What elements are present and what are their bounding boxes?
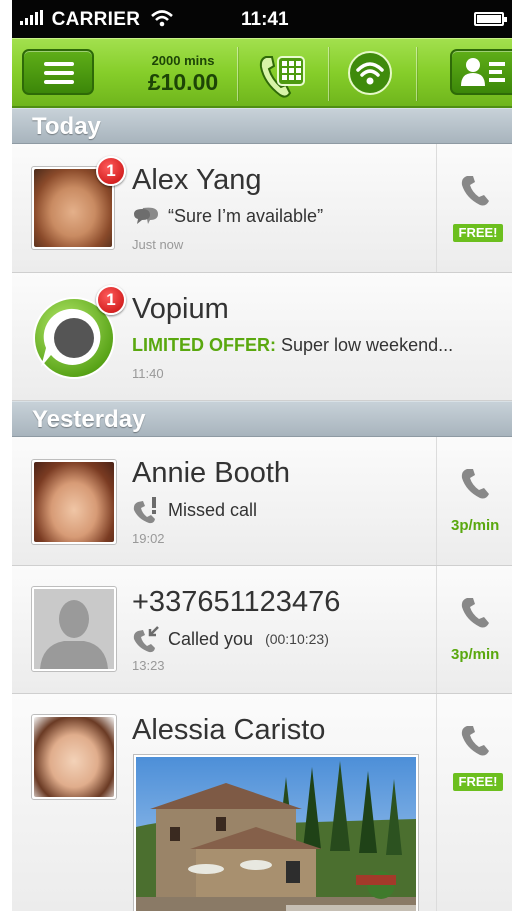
unread-badge: 1 xyxy=(96,285,126,315)
list-item-annie-booth[interactable]: Annie Booth Missed call 19:02 3p/min xyxy=(12,437,512,566)
call-button[interactable]: FREE! xyxy=(436,694,512,911)
avatar xyxy=(31,714,117,800)
list-item-alex-yang[interactable]: 1 Alex Yang “Sure I’m available” Just no… xyxy=(12,144,512,273)
offer-label: LIMITED OFFER: xyxy=(132,335,276,355)
contact-name: Vopium xyxy=(132,293,229,325)
unread-badge: 1 xyxy=(96,156,126,186)
list-item-unknown-number[interactable]: +337651123476 Called you (00:10:23) 13:2… xyxy=(12,566,512,694)
phone-icon xyxy=(461,469,489,499)
message-text: Called you xyxy=(168,628,254,649)
menu-icon xyxy=(44,62,74,89)
section-title: Today xyxy=(32,113,101,140)
missed-call-icon xyxy=(133,497,156,524)
message-text: “Sure I’m available” xyxy=(168,205,324,226)
status-time: 11:41 xyxy=(241,9,289,30)
free-call-tag: FREE! xyxy=(453,224,503,242)
minutes-remaining: 2000 mins xyxy=(151,53,215,68)
section-header-yesterday: Yesterday xyxy=(12,401,512,437)
avatar xyxy=(31,459,117,545)
section-header-today: Today xyxy=(12,108,512,144)
menu-button[interactable] xyxy=(22,49,94,95)
villa-photo-image xyxy=(136,757,416,911)
avatar-placeholder xyxy=(31,586,117,672)
timestamp: 19:02 xyxy=(132,531,165,546)
call-button[interactable]: 3p/min xyxy=(436,437,512,565)
timestamp: 11:40 xyxy=(132,366,164,381)
phone-icon xyxy=(461,598,489,628)
carrier-name: CARRIER xyxy=(51,9,141,30)
list-item-vopium[interactable]: 1 Vopium LIMITED OFFER: Super low weeken… xyxy=(12,273,512,401)
credit-balance[interactable]: 2000 mins £10.00 xyxy=(140,53,226,96)
contact-name: Annie Booth xyxy=(132,457,291,489)
dialpad-icon[interactable] xyxy=(256,49,310,101)
call-duration: (00:10:23) xyxy=(265,631,329,647)
call-rate: 3p/min xyxy=(451,517,500,534)
shared-photo[interactable] xyxy=(133,754,419,911)
contact-name: Alessia Caristo xyxy=(132,714,326,746)
phone-icon xyxy=(461,726,489,756)
carrier-indicator: CARRIER xyxy=(20,9,174,31)
free-call-tag: FREE! xyxy=(453,773,503,791)
status-bar: CARRIER 11:41 xyxy=(12,0,512,38)
section-title: Yesterday xyxy=(32,406,146,433)
call-status: Missed call xyxy=(132,496,257,524)
timestamp: Just now xyxy=(132,237,184,252)
contacts-button[interactable] xyxy=(450,49,512,95)
phone-number: +337651123476 xyxy=(132,586,341,618)
chat-bubble-icon xyxy=(134,207,158,224)
toolbar-divider xyxy=(237,47,238,101)
message-text: Super low weekend... xyxy=(281,335,454,355)
signal-icon xyxy=(20,10,43,25)
incoming-call-icon xyxy=(133,626,159,653)
toolbar-divider xyxy=(328,47,329,101)
call-button[interactable]: FREE! xyxy=(436,144,512,272)
last-message: “Sure I’m available” xyxy=(132,205,323,227)
phone-icon xyxy=(461,176,489,206)
person-silhouette-icon xyxy=(34,589,114,669)
call-rate: 3p/min xyxy=(451,646,500,663)
call-button[interactable]: 3p/min xyxy=(436,566,512,693)
timestamp: 13:23 xyxy=(132,658,165,673)
battery-icon xyxy=(474,12,507,26)
balance-amount: £10.00 xyxy=(147,69,219,95)
list-item-alessia-caristo[interactable]: Alessia Caristo FREE! xyxy=(12,694,512,911)
contact-name: Alex Yang xyxy=(132,164,262,196)
last-message: LIMITED OFFER: Super low weekend... xyxy=(132,335,453,356)
top-toolbar: 2000 mins £10.00 xyxy=(12,38,512,108)
wifi-call-icon[interactable] xyxy=(347,50,393,96)
wifi-icon xyxy=(150,10,173,27)
toolbar-divider xyxy=(416,47,417,101)
message-text: Missed call xyxy=(168,499,258,520)
app-screen: CARRIER 11:41 2000 mins £10.00 Today 1 A… xyxy=(12,0,512,911)
contacts-icon xyxy=(461,58,505,86)
call-status: Called you (00:10:23) xyxy=(132,625,329,653)
